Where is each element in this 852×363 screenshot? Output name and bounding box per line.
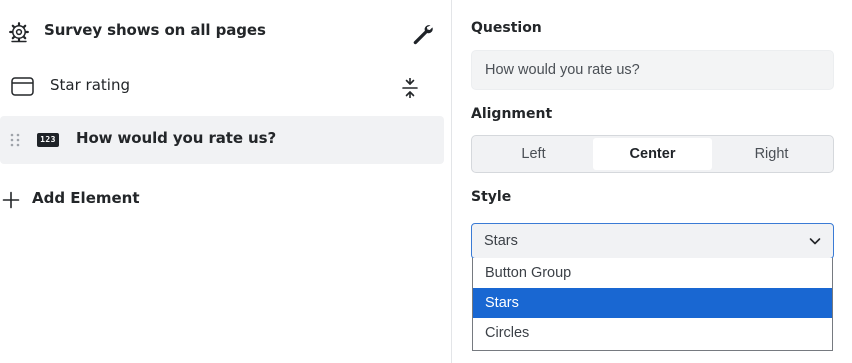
properties-panel: Question Alignment Left Center Right Sty… [452,0,852,363]
star-rating-label: Star rating [50,76,130,94]
alignment-segmented-control: Left Center Right [471,135,834,173]
style-option-circles[interactable]: Circles [473,318,832,348]
style-label: Style [471,189,512,205]
alignment-label: Alignment [471,106,553,122]
element-row-rating-question[interactable]: 123 How would you rate us? [0,116,444,164]
survey-settings-row[interactable]: Survey shows on all pages [0,12,444,52]
card-icon [11,77,34,96]
question-input[interactable] [471,50,834,90]
elements-panel: Survey shows on all pages Star rating 12… [0,0,451,363]
style-select-value: Stars [484,233,518,249]
chevron-down-icon [809,238,821,245]
survey-settings-label: Survey shows on all pages [44,21,266,39]
style-dropdown-list: Button Group Stars Circles [472,258,833,351]
element-label: How would you rate us? [76,129,277,147]
add-element-button[interactable]: Add Element [0,184,200,216]
drag-handle-icon[interactable] [9,132,21,148]
style-select[interactable]: Stars [471,223,834,259]
align-center-button[interactable]: Center [593,138,712,170]
question-label: Question [471,20,542,36]
style-option-stars[interactable]: Stars [473,288,832,318]
gear-icon [9,22,29,43]
star-rating-row[interactable]: Star rating [0,68,444,108]
collapse-icon[interactable] [400,78,420,98]
plus-icon [2,191,20,209]
number-rating-icon: 123 [37,133,59,147]
align-right-button[interactable]: Right [712,138,831,170]
align-left-button[interactable]: Left [474,138,593,170]
wrench-icon[interactable] [410,22,434,46]
style-option-button-group[interactable]: Button Group [473,258,832,288]
add-element-label: Add Element [32,189,140,207]
